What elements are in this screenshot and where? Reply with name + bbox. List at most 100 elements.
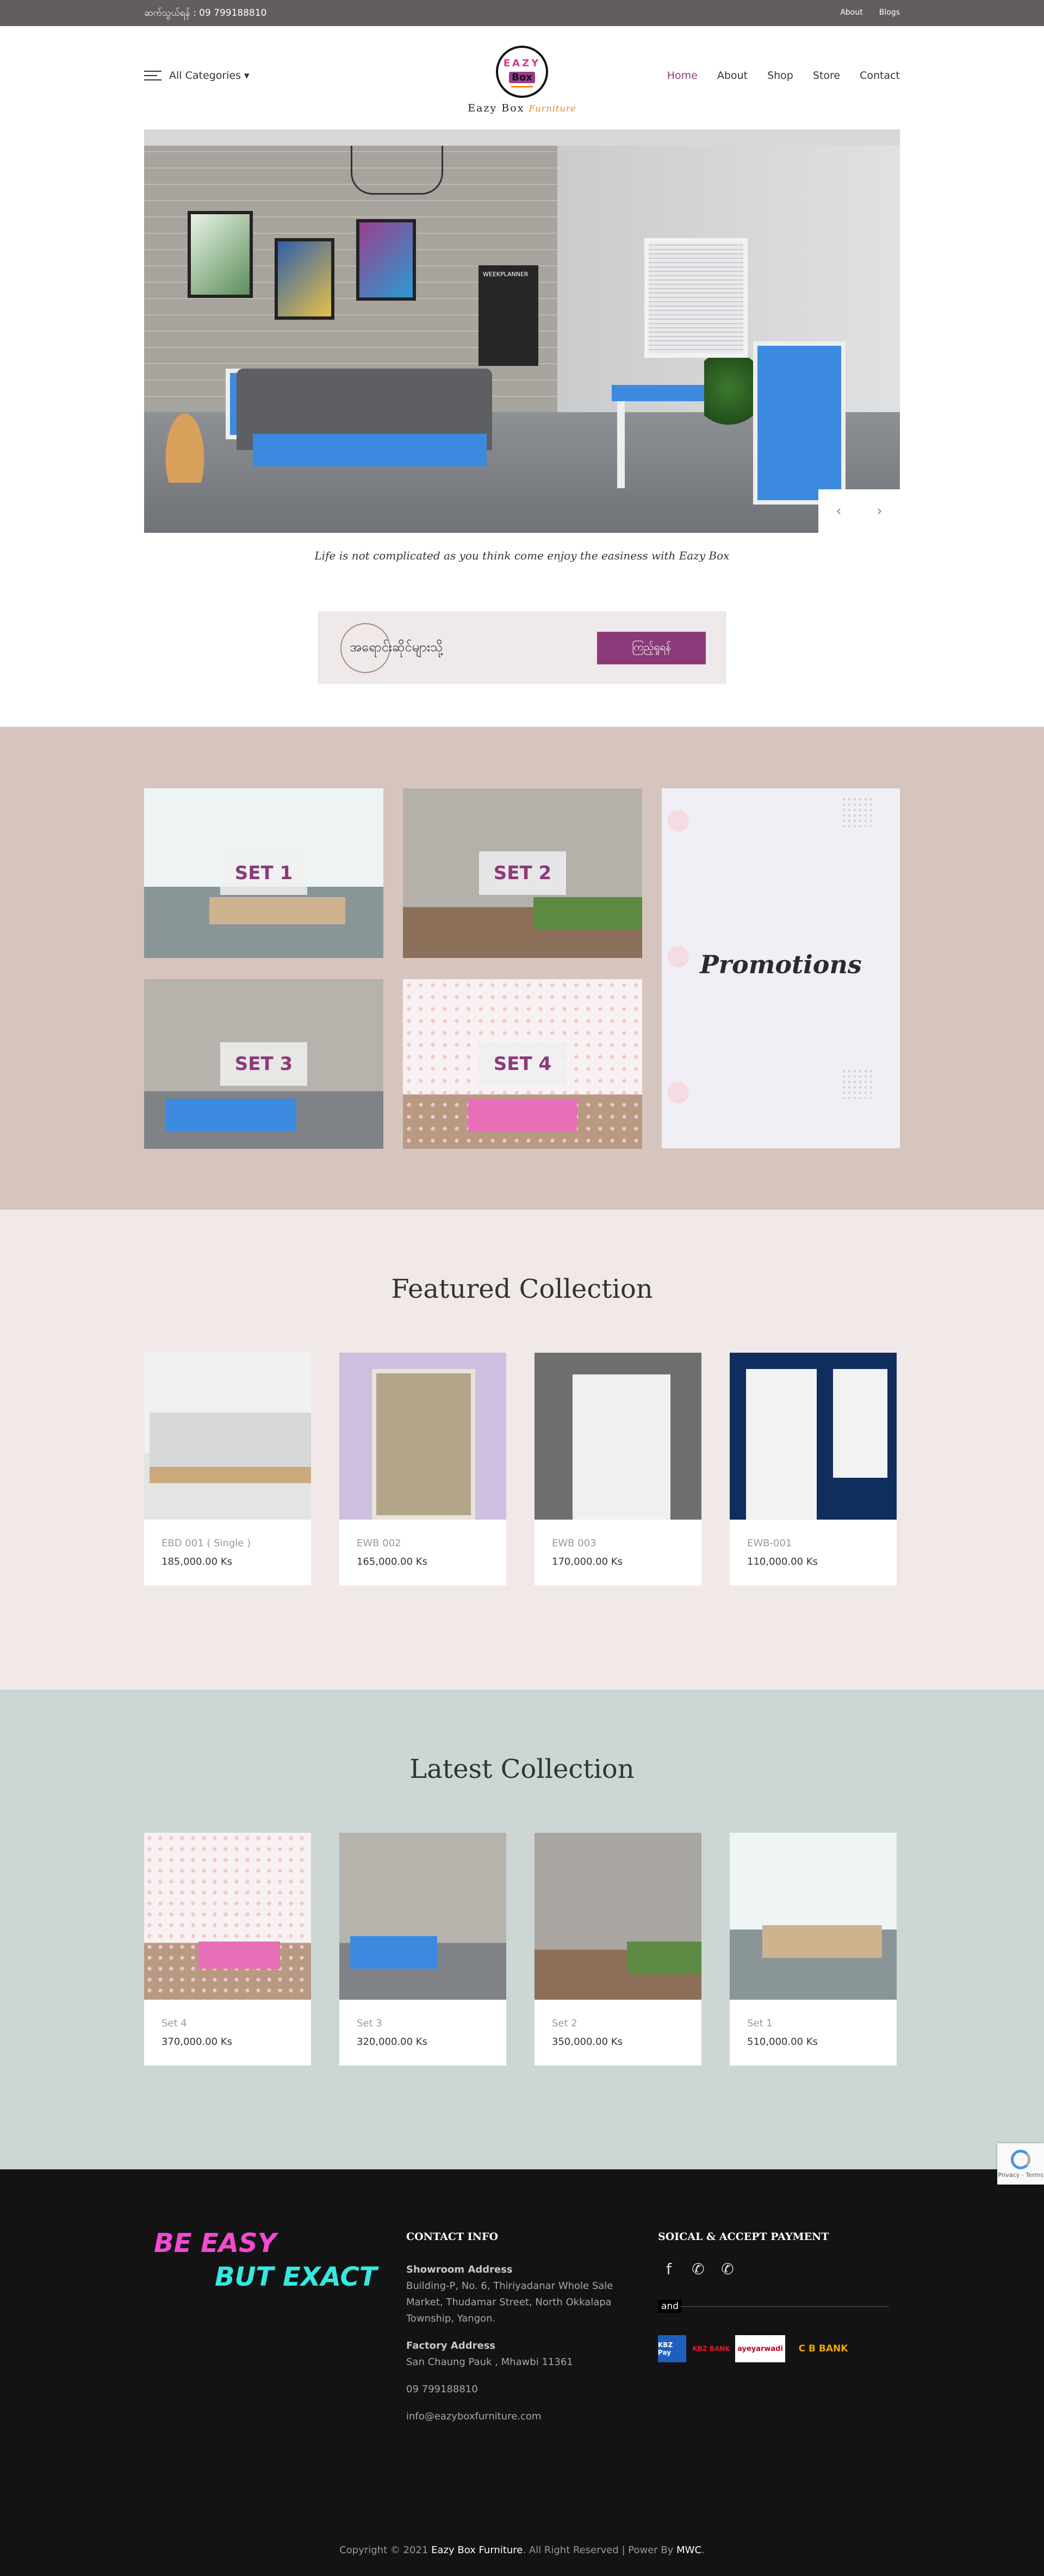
product-price: 170,000.00 Ks [552,1556,623,1567]
site-footer: BE EASY BUT EXACT CONTACT INFO Showroom … [0,2169,1044,2576]
set-3-bed [166,1099,296,1131]
product-card[interactable]: Set 4 370,000.00 Ks [144,1833,311,2065]
and-label: and [658,2300,682,2313]
product-name: EBD 001 ( Single ) [161,1538,251,1549]
product-card[interactable]: EWB-001 110,000.00 Ks [730,1353,897,1585]
product-name: EWB-001 [747,1538,792,1549]
latest-section: Latest Collection Set 4 370,000.00 Ks Se… [0,1690,1044,2169]
nav-about[interactable]: About [717,70,748,82]
product-image [339,1833,506,2000]
product-card[interactable]: EBD 001 ( Single ) 185,000.00 Ks [144,1353,311,1585]
product-bed-shape [350,1936,437,1969]
product-detail-shape [833,1369,887,1478]
product-bed-shape [150,1413,311,1483]
product-name: Set 2 [552,2018,577,2029]
promotions-title: Promotions [700,950,862,979]
kbzpay-logo: KBZ Pay [658,2335,686,2362]
copyright-prefix: Copyright © 2021 [339,2544,432,2556]
chevron-left-icon[interactable]: ‹ [836,503,841,519]
promo-dot [667,1082,689,1104]
hero-frame-1 [188,211,253,298]
logo-underline [511,86,533,88]
nav-store[interactable]: Store [813,70,840,82]
hero-guitar [160,401,209,483]
copyright-end: . [701,2544,705,2556]
nav-contact[interactable]: Contact [860,70,900,82]
product-image [730,1353,897,1520]
site-logo[interactable]: EAZY Box Eazy Box Furniture [468,46,576,114]
product-bed-shape [762,1925,882,1958]
set-card-3[interactable]: SET 3 [144,979,383,1149]
set-4-label: SET 4 [479,1042,566,1086]
product-name: EWB 002 [357,1538,401,1549]
product-price: 185,000.00 Ks [161,1556,232,1567]
all-categories-menu[interactable]: All Categories ▾ [144,70,250,82]
nav-shop[interactable]: Shop [767,70,793,82]
product-card[interactable]: Set 3 320,000.00 Ks [339,1833,506,2065]
hero-tagline: Life is not complicated as you think com… [314,549,730,562]
hero-slider[interactable]: WEEKPLANNER ‹ › [144,129,900,533]
set-card-2[interactable]: SET 2 [403,788,642,958]
set-4-bed [468,1099,577,1131]
facebook-icon[interactable]: f [658,2258,680,2280]
footer-divider [680,2306,889,2307]
factory-address: San Chaung Pauk , Mhawbi 11361 [406,2356,573,2368]
product-card[interactable]: Set 2 350,000.00 Ks [535,1833,701,2065]
featured-section: Featured Collection EBD 001 ( Single ) 1… [0,1210,1044,1690]
hero-week-planner: WEEKPLANNER [478,265,538,366]
set-card-1[interactable]: SET 1 [144,788,383,958]
product-wardrobe-shape [372,1369,475,1520]
site-header: All Categories ▾ EAZY Box Eazy Box Furni… [0,26,1044,129]
hero-window [644,238,748,358]
all-categories-label: All Categories ▾ [169,70,250,82]
hero-ceiling [144,129,900,146]
store-locator-box: အရောင်းဆိုင်များသို့ ကြည့်ရှုရန် [318,612,726,683]
kbz-bank-logo: KBZ BANK [692,2345,730,2353]
product-card[interactable]: EWB 002 165,000.00 Ks [339,1353,506,1585]
product-wardrobe-shape [573,1374,670,1520]
viber-icon[interactable]: ✆ [717,2258,738,2280]
copyright-middle: . All Right Reserved | Power By [523,2544,677,2556]
viber-icon[interactable]: ✆ [687,2258,709,2280]
hero-ceiling-lamp [351,146,443,195]
recaptcha-badge[interactable]: Privacy - Terms [997,2143,1044,2185]
chevron-right-icon[interactable]: › [877,503,882,519]
logo-sub-text: Furniture [529,103,576,114]
product-name: Set 1 [747,2018,773,2029]
copyright-brand[interactable]: Eazy Box Furniture [431,2544,523,2556]
hero-bed-base [253,434,487,466]
hero-plant [704,358,753,434]
view-stores-button[interactable]: ကြည့်ရှုရန် [597,632,706,664]
sets-section: SET 1 SET 2 SET 3 SET 4 Promotions [0,727,1044,1210]
recaptcha-links[interactable]: Privacy - Terms [998,2171,1043,2179]
product-image [144,1833,311,2000]
factory-label: Factory Address [406,2338,495,2354]
promotions-card[interactable]: Promotions [662,788,900,1148]
showroom-label-text: Showroom Address [406,2264,513,2275]
product-price: 350,000.00 Ks [552,2036,623,2048]
footer-email[interactable]: info@eazyboxfurniture.com [406,2409,541,2425]
top-phone: ဆက်သွယ်ရန် : 09 799188810 [144,8,267,18]
slogan-line2: BUT EXACT [215,2262,377,2292]
nav-home[interactable]: Home [667,70,698,82]
promo-dot-grid [841,797,872,827]
main-nav: Home About Shop Store Contact [667,70,900,82]
set-3-label: SET 3 [220,1042,307,1086]
footer-phone[interactable]: 09 799188810 [406,2381,478,2398]
set-2-bed [533,897,642,930]
top-link-about[interactable]: About [840,8,862,17]
product-price: 110,000.00 Ks [747,1556,818,1567]
hamburger-icon [144,71,161,80]
copyright-power[interactable]: MWC [676,2544,701,2556]
aya-bank-logo: ayeyarwadi [735,2335,785,2362]
set-card-4[interactable]: SET 4 [403,979,642,1149]
product-card[interactable]: Set 1 510,000.00 Ks [730,1833,897,2065]
product-price: 165,000.00 Ks [357,1556,427,1567]
copyright: Copyright © 2021 Eazy Box Furniture. All… [0,2544,1044,2556]
product-image [535,1833,701,2000]
top-link-blogs[interactable]: Blogs [879,8,900,17]
logo-badge: EAZY Box [496,46,548,98]
product-card[interactable]: EWB 003 170,000.00 Ks [535,1353,701,1585]
social-links: f ✆ ✆ [658,2258,738,2280]
logo-name-text: Eazy Box [468,102,525,114]
